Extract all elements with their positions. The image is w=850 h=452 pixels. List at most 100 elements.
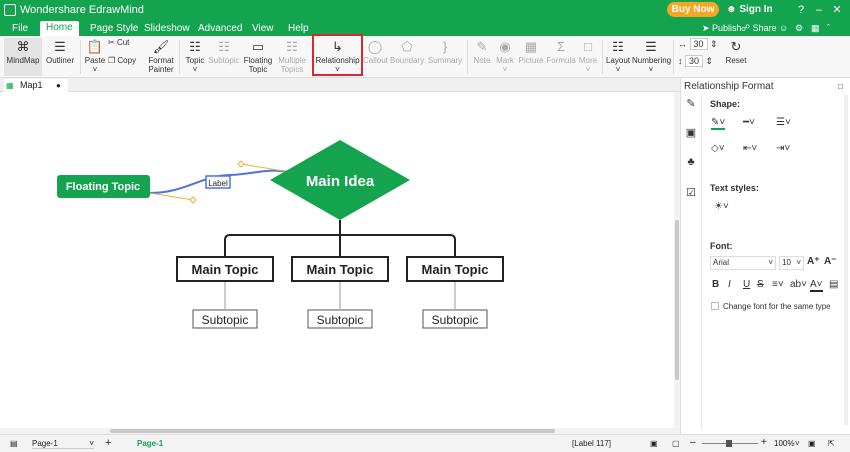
doc-tab-map1[interactable]: Map1 ● xyxy=(4,79,68,92)
fit-width-icon[interactable]: ▢ xyxy=(672,439,680,448)
fill-shape-icon[interactable]: ◇˅ xyxy=(711,143,725,154)
summary-button[interactable]: } Summary xyxy=(427,38,463,76)
publish-button[interactable]: ➤ Publish xyxy=(702,23,742,34)
close-icon[interactable]: ✕ xyxy=(830,3,844,17)
page-tab[interactable]: Page-1 xyxy=(137,439,163,448)
menu-advanced[interactable]: Advanced xyxy=(192,22,248,36)
font-family-select[interactable]: Arial ˅ xyxy=(710,256,776,270)
arrow-end-icon[interactable]: ⇥˅ xyxy=(776,143,790,154)
sign-in-label: Sign In xyxy=(739,4,773,15)
boundary-button[interactable]: ⬠ Boundary xyxy=(390,38,424,76)
map-icon: ▦ xyxy=(6,81,14,90)
format-painter-label-line1: Format xyxy=(148,56,174,65)
minimize-icon[interactable]: – xyxy=(812,3,826,17)
zoom-in-icon[interactable]: + xyxy=(761,437,767,448)
formula-button[interactable]: Σ Formula xyxy=(546,38,576,76)
line-color-icon[interactable]: ✎˅ xyxy=(711,117,726,130)
horizontal-spacing-input[interactable]: 30 xyxy=(689,38,708,50)
title-bar: Wondershare EdrawMind Buy Now ☻ Sign In … xyxy=(0,0,850,20)
decrease-font-icon[interactable]: A⁻ xyxy=(824,256,837,267)
change-font-checkbox[interactable] xyxy=(711,302,719,310)
font-color-icon[interactable]: A˅ xyxy=(810,279,823,292)
collapse-ribbon-icon[interactable]: ˆ xyxy=(827,23,830,33)
control-handle[interactable] xyxy=(237,160,245,168)
user-icon[interactable]: ☺ xyxy=(779,23,788,33)
apps-icon[interactable]: ▦ xyxy=(811,23,820,34)
topic-icon: ☷ xyxy=(189,39,201,54)
mark-button[interactable]: ◉ Mark ˅ xyxy=(494,38,516,76)
increase-font-icon[interactable]: A⁺ xyxy=(807,256,820,267)
panel-scrollbar[interactable] xyxy=(844,95,848,425)
menu-home[interactable]: Home xyxy=(40,21,79,36)
menu-view[interactable]: View xyxy=(246,22,280,36)
font-heading: Font: xyxy=(710,241,733,251)
underline-icon[interactable]: U xyxy=(743,279,750,290)
add-page-icon[interactable]: + xyxy=(105,437,111,449)
note-icon: ✎ xyxy=(476,39,488,54)
strikethrough-icon[interactable]: S xyxy=(757,279,764,290)
vertical-spacing[interactable]: ↕ 30 ⇕ xyxy=(678,55,722,71)
format-painter-button[interactable]: 🖌 Format Painter xyxy=(146,38,176,76)
font-size-select[interactable]: 10 ˅ xyxy=(779,256,804,270)
mindmap-canvas[interactable]: Main Idea Floating Topic Label Main Topi… xyxy=(0,92,680,428)
more-text-options-icon[interactable]: ▤ xyxy=(829,279,838,290)
sign-in-button[interactable]: ☻ Sign In xyxy=(726,4,773,15)
callout-button[interactable]: ◯ Callout xyxy=(363,38,388,76)
vertical-scroll-thumb[interactable] xyxy=(675,220,679,380)
paste-icon: 📋 xyxy=(86,39,104,54)
align-icon[interactable]: ≡˅ xyxy=(772,279,784,290)
fullscreen-icon[interactable]: ▣ xyxy=(808,439,816,448)
clipart-tool-icon[interactable]: ♣ xyxy=(684,156,698,170)
highlight-icon[interactable]: ab˅ xyxy=(790,279,807,290)
paste-button[interactable]: 📋 Paste ˅ xyxy=(84,38,106,76)
floating-topic-icon: ▭ xyxy=(251,39,265,54)
more-button[interactable]: □ More ˅ xyxy=(577,38,599,76)
text-style-icon[interactable]: ☀˅ xyxy=(714,201,729,212)
multiple-topics-button[interactable]: ☷ Multiple Topics xyxy=(276,38,308,76)
line-dash-icon[interactable]: ━˅ xyxy=(743,117,755,128)
task-tool-icon[interactable]: ☑ xyxy=(684,186,698,200)
topic-button[interactable]: ☷ Topic ˅ xyxy=(183,38,207,76)
pin-panel-icon[interactable]: □ xyxy=(838,82,843,91)
menu-slideshow[interactable]: Slideshow xyxy=(138,22,196,36)
reset-button[interactable]: ↻ Reset xyxy=(725,38,747,76)
picture-button[interactable]: ▦ Picture xyxy=(517,38,545,76)
line-weight-icon[interactable]: ☰˅ xyxy=(776,117,791,128)
italic-icon[interactable]: I xyxy=(728,279,731,290)
mindmap-button[interactable]: ⌘ MindMap xyxy=(4,38,42,76)
vertical-spacing-input[interactable]: 30 xyxy=(685,55,704,67)
horizontal-spacing[interactable]: ↔ 30 ⇕ xyxy=(678,38,722,54)
help-icon[interactable]: ? xyxy=(794,3,808,17)
theme-tool-icon[interactable]: ▣ xyxy=(684,126,698,140)
page-layout-icon[interactable]: ▤ xyxy=(10,439,18,448)
menu-page-style[interactable]: Page Style xyxy=(84,22,144,36)
settings-icon[interactable]: ⚙ xyxy=(795,23,803,34)
menu-file[interactable]: File xyxy=(6,22,34,36)
arrow-begin-icon[interactable]: ⇤˅ xyxy=(743,143,757,154)
mark-icon: ◉ xyxy=(499,39,511,54)
buy-now-button[interactable]: Buy Now xyxy=(667,2,719,17)
control-handle[interactable] xyxy=(189,196,197,204)
floating-topic-button[interactable]: ▭ Floating Topic xyxy=(243,38,273,76)
reset-icon: ↻ xyxy=(730,39,742,54)
numbering-button[interactable]: ☰ Numbering ˅ xyxy=(632,38,671,76)
cut-button[interactable]: ✂ Cut xyxy=(108,38,142,52)
zoom-level[interactable]: 100% xyxy=(774,439,794,448)
page-select[interactable]: Page-1 ˅ xyxy=(32,439,94,449)
copy-button[interactable]: ❐ Copy xyxy=(108,56,142,70)
zoom-out-icon[interactable]: – xyxy=(690,437,696,448)
fit-page-icon[interactable]: ▣ xyxy=(650,439,658,448)
chevron-down-icon[interactable]: ˅ xyxy=(795,439,800,448)
zoom-slider-handle[interactable] xyxy=(726,440,732,447)
menu-help[interactable]: Help xyxy=(282,22,315,36)
subtopic-button[interactable]: ☷ Subtopic xyxy=(208,38,240,76)
expand-icon[interactable]: ⇱ xyxy=(828,439,835,448)
layout-button[interactable]: ☷ Layout ˅ xyxy=(605,38,631,76)
panel-divider xyxy=(701,95,702,429)
outliner-button[interactable]: ☰ Outliner xyxy=(44,38,76,76)
style-tool-icon[interactable]: ✎ xyxy=(684,97,698,111)
share-button[interactable]: ☍ Share xyxy=(741,23,777,34)
note-button[interactable]: ✎ Note xyxy=(471,38,493,76)
bold-icon[interactable]: B xyxy=(712,279,719,290)
horizontal-scroll-thumb[interactable] xyxy=(110,429,555,433)
